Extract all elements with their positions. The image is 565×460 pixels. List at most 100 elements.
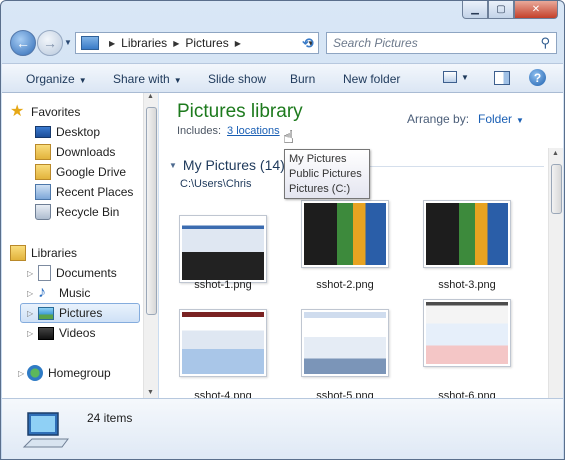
expand-arrow-icon[interactable]: ▷ <box>27 289 33 298</box>
recent-pages-dropdown-icon[interactable]: ▼ <box>64 38 72 47</box>
file-thumbnail[interactable] <box>301 309 389 377</box>
help-icon[interactable]: ? <box>529 69 546 86</box>
back-arrow-icon: ← <box>16 35 30 51</box>
pictures-library-icon <box>38 306 54 320</box>
chevron-down-icon: ▼ <box>78 76 87 85</box>
explorer-window: ▁ ▢ ✕ ← → ▼ ▶ Libraries ▶ Pictures ▶ ▼ ⟲… <box>0 0 565 460</box>
screenshot-preview <box>182 312 264 374</box>
chevron-down-icon: ▼ <box>461 72 469 82</box>
chevron-down-icon: ▼ <box>516 116 524 125</box>
scroll-thumb[interactable] <box>146 107 157 315</box>
documents-library-icon <box>38 265 51 281</box>
tree-documents[interactable]: Documents <box>38 263 117 283</box>
change-view-button[interactable]: ▼ <box>443 71 469 83</box>
file-name[interactable]: sshot-2.png <box>290 279 400 291</box>
tree-recent-places[interactable]: Recent Places <box>35 182 133 202</box>
share-with-button[interactable]: Share with ▼ <box>113 72 182 86</box>
expand-arrow-icon[interactable]: ▷ <box>27 329 33 338</box>
tree-google-drive[interactable]: Google Drive <box>35 162 126 182</box>
includes-label: Includes: <box>177 125 222 137</box>
minimize-button[interactable]: ▁ <box>462 1 488 19</box>
expand-arrow-icon[interactable]: ▷ <box>27 309 33 318</box>
breadcrumb-separator-icon[interactable]: ▶ <box>173 39 179 48</box>
locations-link[interactable]: 3 locations <box>227 125 280 137</box>
tree-homegroup[interactable]: Homegroup <box>27 363 111 383</box>
navigation-pane: ★ Favorites Desktop Downloads Google Dri… <box>2 93 158 398</box>
tree-music[interactable]: ♪ Music <box>38 283 90 303</box>
file-thumbnail[interactable] <box>423 200 511 268</box>
tree-recycle-bin[interactable]: Recycle Bin <box>35 202 119 222</box>
tree-label: Libraries <box>31 246 78 260</box>
locations-tooltip: My Pictures Public Pictures Pictures (C:… <box>284 149 370 199</box>
tree-label: Downloads <box>56 145 116 159</box>
search-input[interactable] <box>333 36 528 50</box>
file-name[interactable]: sshot-1.png <box>168 279 278 291</box>
tree-desktop[interactable]: Desktop <box>35 122 100 142</box>
scroll-up-icon[interactable]: ▲ <box>147 93 154 100</box>
collapse-arrow-icon[interactable]: ▼ <box>169 161 177 170</box>
libraries-folder-icon <box>81 36 99 50</box>
burn-button[interactable]: Burn <box>290 72 315 86</box>
tooltip-line: My Pictures <box>289 153 347 165</box>
tree-label: Homegroup <box>48 366 111 380</box>
file-thumbnail[interactable] <box>179 215 267 283</box>
recycle-bin-icon <box>35 204 51 220</box>
close-button[interactable]: ✕ <box>514 1 558 19</box>
breadcrumb-separator-icon[interactable]: ▶ <box>109 39 115 48</box>
tree-pictures[interactable]: Pictures <box>20 303 140 323</box>
preview-pane-icon[interactable] <box>494 71 510 85</box>
arrange-by-dropdown[interactable]: Folder ▼ <box>478 112 524 126</box>
screenshot-preview <box>304 312 386 374</box>
tree-favorites[interactable]: ★ Favorites <box>10 102 80 122</box>
tree-label: Favorites <box>31 105 81 119</box>
file-thumbnail[interactable] <box>423 299 511 367</box>
file-name[interactable]: sshot-3.png <box>412 279 522 291</box>
search-box[interactable]: ⚲ <box>326 32 557 54</box>
slide-show-button[interactable]: Slide show <box>208 72 266 86</box>
content-scrollbar[interactable]: ▲ <box>548 148 563 398</box>
breadcrumb-libraries[interactable]: Libraries <box>121 36 167 50</box>
scroll-down-icon[interactable]: ▼ <box>147 389 154 396</box>
expand-arrow-icon[interactable]: ▷ <box>27 269 33 278</box>
group-header-my-pictures[interactable]: ▼ My Pictures (14) <box>169 157 285 173</box>
libraries-folder-icon <box>10 245 26 261</box>
music-library-icon: ♪ <box>38 284 46 301</box>
address-bar[interactable]: ▶ Libraries ▶ Pictures ▶ ▼ <box>75 32 319 54</box>
item-count: 24 items <box>87 411 133 425</box>
file-thumbnail[interactable] <box>301 200 389 268</box>
recent-places-icon <box>35 184 51 200</box>
screenshot-preview <box>304 203 386 265</box>
google-drive-folder-icon <box>35 164 51 180</box>
details-pane: 24 items <box>2 398 563 459</box>
tree-libraries[interactable]: Libraries <box>10 243 77 263</box>
forward-button[interactable]: → <box>37 30 63 56</box>
screenshot-preview <box>426 302 508 364</box>
scroll-up-icon[interactable]: ▲ <box>552 150 559 157</box>
search-icon[interactable]: ⚲ <box>540 35 550 51</box>
maximize-button[interactable]: ▢ <box>488 1 514 19</box>
library-title: Pictures library <box>177 101 303 122</box>
tree-downloads[interactable]: Downloads <box>35 142 115 162</box>
breadcrumb-separator-icon[interactable]: ▶ <box>235 39 241 48</box>
command-bar: Organize ▼ Share with ▼ Slide show Burn Ne… <box>2 63 563 93</box>
navigation-scrollbar[interactable]: ▲ ▼ <box>143 93 158 398</box>
new-folder-button[interactable]: New folder <box>343 72 400 86</box>
screenshot-preview <box>182 218 264 280</box>
desktop-icon <box>35 126 51 138</box>
includes-line: Includes: 3 locations <box>177 125 280 137</box>
tree-videos[interactable]: Videos <box>38 323 95 343</box>
chevron-down-icon: ▼ <box>173 76 182 85</box>
organize-button[interactable]: Organize ▼ <box>26 72 87 86</box>
view-icon <box>443 71 457 83</box>
file-thumbnail[interactable] <box>179 309 267 377</box>
refresh-icon[interactable]: ⟲ <box>297 32 319 54</box>
tree-label: Desktop <box>56 125 101 139</box>
back-button[interactable]: ← <box>10 30 36 56</box>
expand-arrow-icon[interactable]: ▷ <box>18 369 24 378</box>
content-pane: Pictures library Includes: 3 locations ☝ … <box>159 93 563 402</box>
breadcrumb-pictures[interactable]: Pictures <box>185 36 228 50</box>
tooltip-line: Pictures (C:) <box>289 183 351 195</box>
group-path: C:\Users\Chris <box>180 178 252 190</box>
tree-label: Documents <box>56 266 117 280</box>
scroll-thumb[interactable] <box>551 164 562 214</box>
